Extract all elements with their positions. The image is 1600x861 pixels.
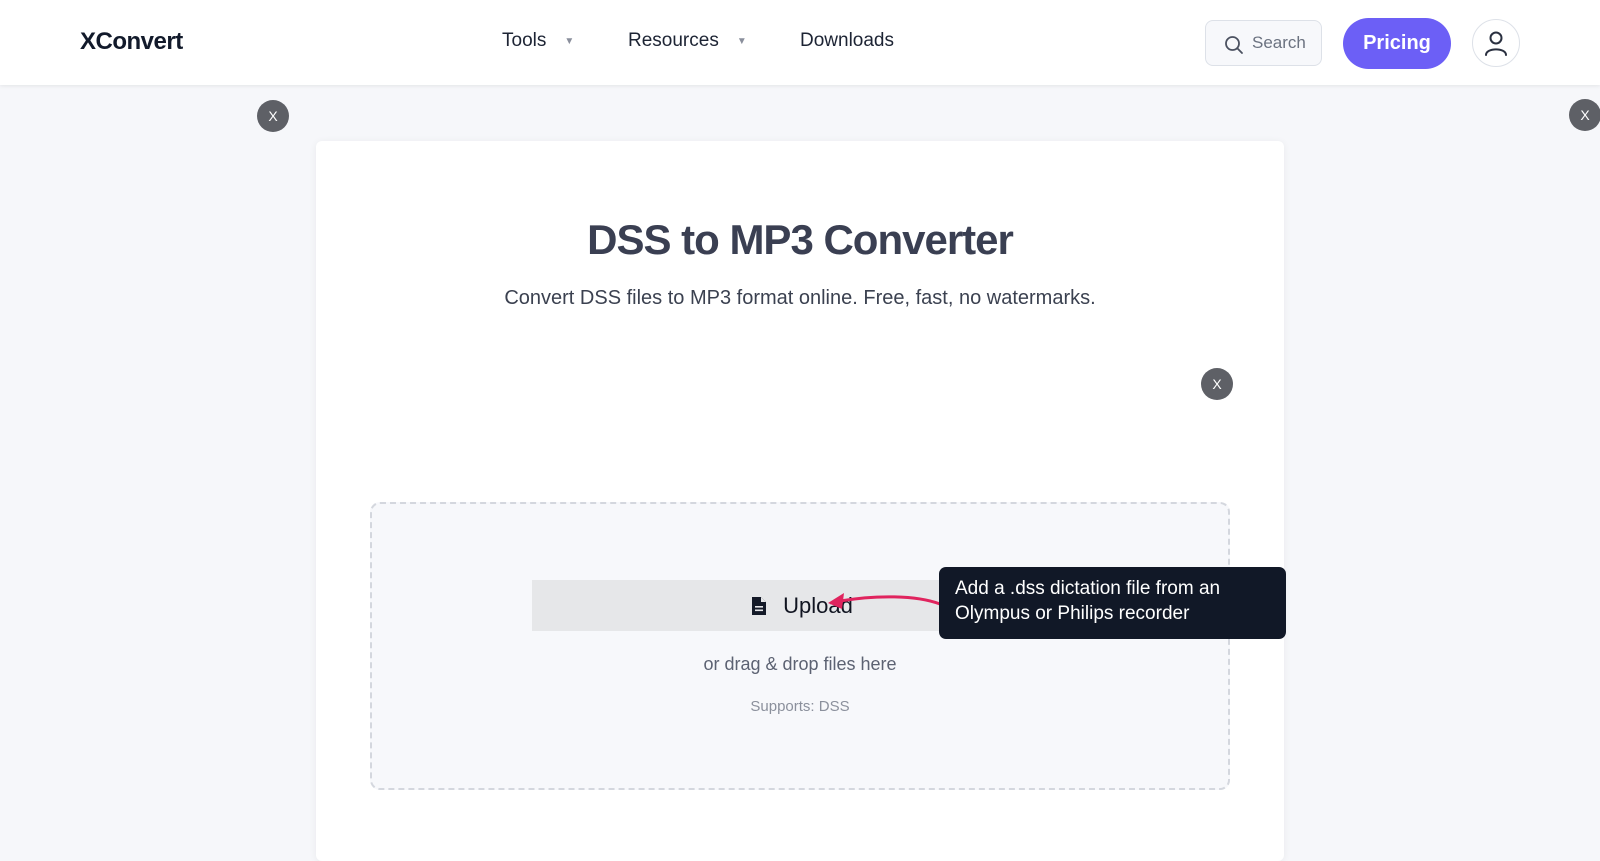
close-ad-right-button[interactable]: X <box>1569 99 1600 131</box>
drag-drop-hint: or drag & drop files here <box>703 654 897 674</box>
nav-tools-label: Tools <box>502 30 547 51</box>
top-navbar: XConvert Tools ▼ Resources ▼ Downloads S… <box>0 0 1600 85</box>
chevron-down-icon: ▼ <box>736 35 747 47</box>
search-label: Search <box>1252 33 1306 52</box>
upload-tooltip: Add a .dss dictation file from an Olympu… <box>939 567 1286 639</box>
file-icon <box>752 596 767 615</box>
account-button[interactable] <box>1472 19 1520 67</box>
user-icon <box>1485 31 1507 56</box>
site-logo[interactable]: XConvert <box>80 28 183 56</box>
close-ad-left-button[interactable]: X <box>257 100 289 132</box>
annotation-arrow <box>828 593 942 609</box>
converter-card: DSS to MP3 Converter Convert DSS files t… <box>316 141 1284 861</box>
search-icon <box>1225 36 1243 54</box>
pricing-button[interactable]: Pricing <box>1343 18 1451 69</box>
file-dropzone[interactable]: Upload or drag & drop files here Support… <box>370 502 1230 790</box>
nav-resources-label: Resources <box>628 30 719 51</box>
nav-resources[interactable]: Resources ▼ <box>628 30 747 52</box>
chevron-down-icon: ▼ <box>564 35 575 47</box>
search-button[interactable]: Search <box>1205 20 1322 66</box>
page-title: DSS to MP3 Converter <box>587 216 1014 263</box>
nav-tools[interactable]: Tools ▼ <box>502 30 574 52</box>
close-ad-inner-button[interactable]: X <box>1201 368 1233 400</box>
supported-formats: Supports: DSS <box>750 698 850 715</box>
nav-downloads[interactable]: Downloads <box>800 30 894 52</box>
page-subtitle: Convert DSS files to MP3 format online. … <box>504 287 1096 309</box>
nav-downloads-label: Downloads <box>800 30 894 51</box>
